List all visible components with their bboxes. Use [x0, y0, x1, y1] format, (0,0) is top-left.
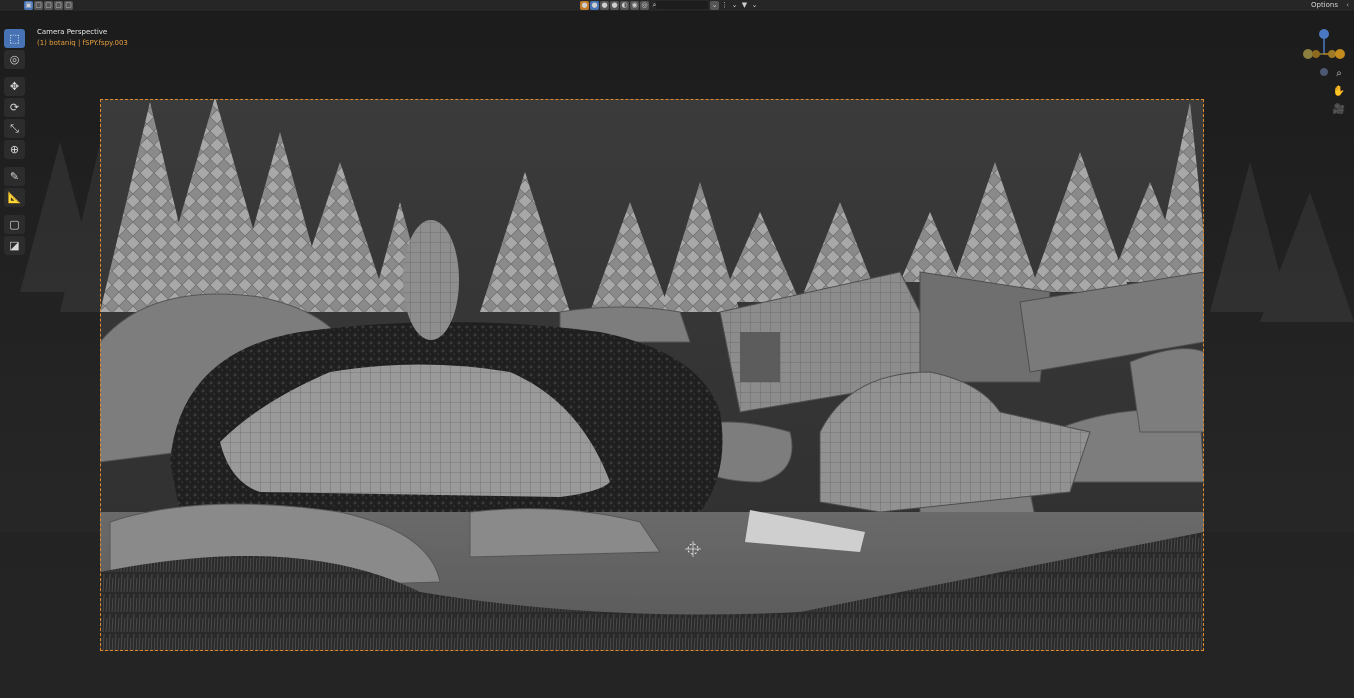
select-subtract-icon[interactable]: ▢ [44, 0, 53, 10]
cursor-icon[interactable]: ◎ [4, 50, 25, 69]
scale-icon[interactable]: ⤡ [4, 119, 25, 138]
snap-icon[interactable]: ⋮ [720, 1, 729, 10]
gizmo-x-axis-icon[interactable] [1335, 49, 1345, 59]
overlay-icon[interactable]: ◐ [620, 0, 629, 10]
selection-mode-group: ▣ ▢ ▢ ▢ ▢ [24, 0, 73, 10]
shading-material-icon[interactable]: ● [600, 0, 609, 10]
dropdown-icon[interactable]: ⌄ [710, 0, 719, 10]
select-box-icon[interactable]: ⬚ [4, 29, 25, 48]
select-new-icon[interactable]: ▣ [24, 0, 33, 10]
select-extend-icon[interactable]: ▢ [34, 0, 43, 10]
xray-icon[interactable]: ◉ [630, 0, 639, 10]
tool-shelf: ⬚ ◎ ✥ ⟳ ⤡ ⊕ ✎ 📐 ▢ ◪ [4, 29, 25, 255]
search-input[interactable] [656, 1, 708, 9]
camera-frame [100, 99, 1204, 651]
viewport-title: Camera Perspective [37, 28, 108, 36]
pan-hand-icon[interactable]: ✋ [1332, 84, 1346, 98]
3d-viewport[interactable]: Camera Perspective (1) botaniq | fSPY.fs… [0, 12, 1354, 698]
gizmo-toggle-icon[interactable]: ◎ [640, 0, 649, 10]
shading-group: ● ● ● ● ◐ ◉ ◎ ⌕ [580, 0, 659, 10]
zoom-icon[interactable]: ⌕ [1332, 66, 1346, 80]
camera-view-icon[interactable]: 🎥 [1332, 102, 1346, 116]
options-button[interactable]: Options [1311, 0, 1338, 10]
extrude-icon[interactable]: ◪ [4, 236, 25, 255]
shading-rendered-icon[interactable]: ● [610, 0, 619, 10]
annotate-icon[interactable]: ✎ [4, 167, 25, 186]
gizmo-neg-x-icon[interactable] [1312, 50, 1320, 58]
chevron-down-icon[interactable]: ⌄ [750, 1, 759, 10]
gizmo-neg-z-icon[interactable] [1320, 68, 1328, 76]
snap-group: ⌄ ⋮ ⌄ ▼ ⌄ [710, 0, 759, 10]
select-invert-icon[interactable]: ▢ [54, 0, 63, 10]
shading-solid-icon[interactable]: ● [590, 0, 599, 10]
active-object-label: (1) botaniq | fSPY.fspy.003 [37, 39, 128, 47]
gizmo-neg-y-icon[interactable] [1328, 50, 1336, 58]
filter-icon[interactable]: ▼ [740, 1, 749, 10]
sidebar-toggle-icon[interactable]: ‹ [1346, 0, 1349, 10]
gizmo-z-axis-icon[interactable] [1319, 29, 1329, 39]
gizmo-y-axis-icon[interactable] [1303, 49, 1313, 59]
rotate-icon[interactable]: ⟳ [4, 98, 25, 117]
header-bar: ▣ ▢ ▢ ▢ ▢ ● ● ● ● ◐ ◉ ◎ ⌕ ⌄ ⋮ ⌄ ▼ ⌄ Opti… [0, 0, 1354, 12]
move-icon[interactable]: ✥ [4, 77, 25, 96]
add-cube-icon[interactable]: ▢ [4, 215, 25, 234]
select-intersect-icon[interactable]: ▢ [64, 0, 73, 10]
chevron-down-icon[interactable]: ⌄ [730, 1, 739, 10]
transform-icon[interactable]: ⊕ [4, 140, 25, 159]
measure-icon[interactable]: 📐 [4, 188, 25, 207]
shading-wireframe-icon[interactable]: ● [580, 0, 589, 10]
